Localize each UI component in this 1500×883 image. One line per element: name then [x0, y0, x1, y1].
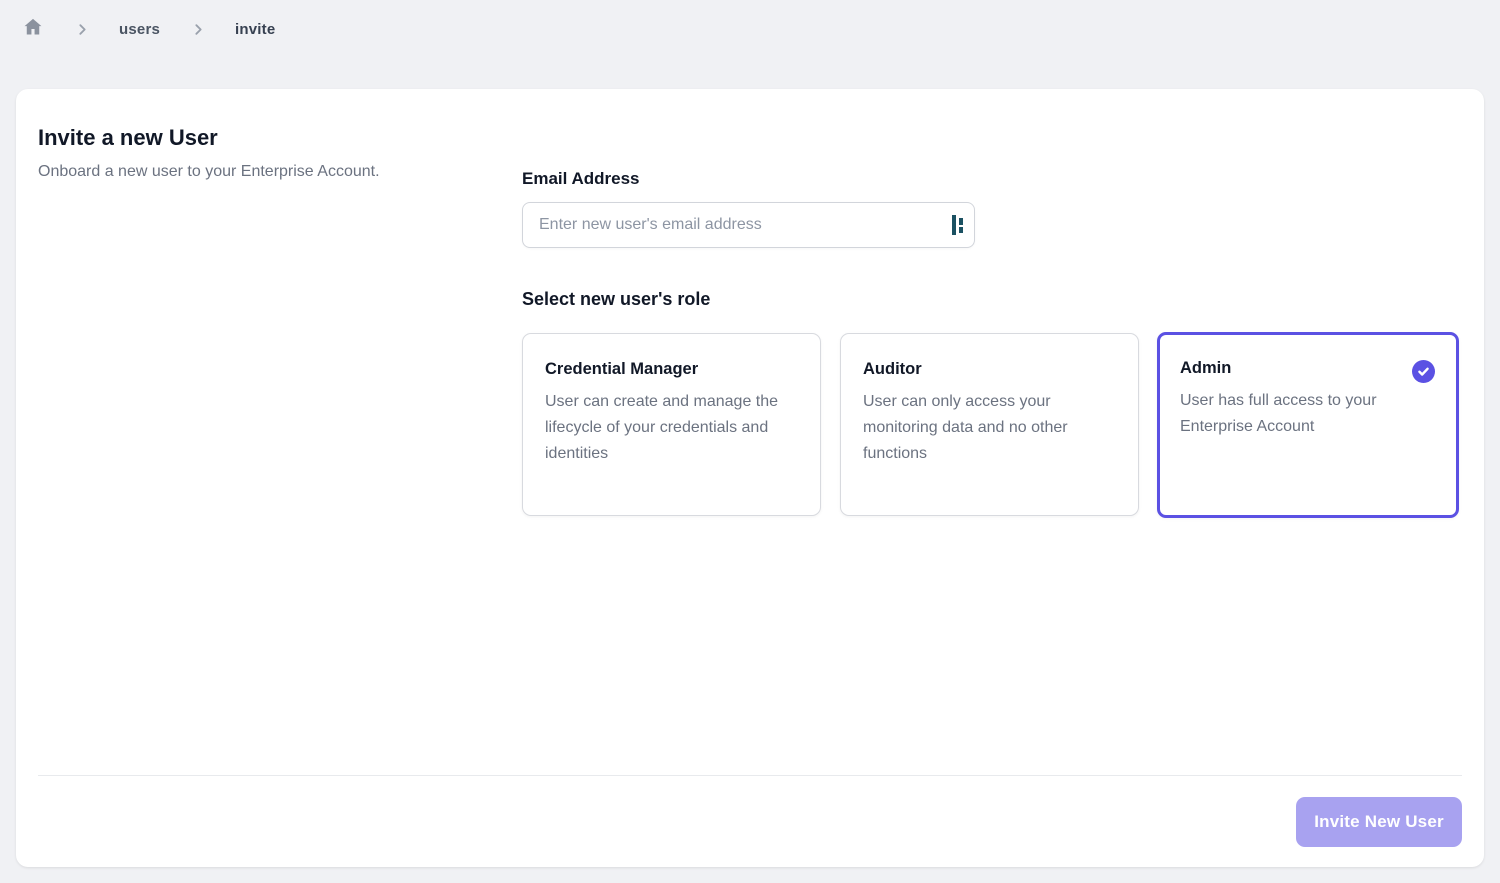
invite-user-panel: Invite a new User Onboard a new user to …	[16, 89, 1484, 867]
role-name: Admin	[1180, 359, 1436, 378]
role-card-auditor[interactable]: Auditor User can only access your monito…	[840, 333, 1139, 516]
role-card-credential-manager[interactable]: Credential Manager User can create and m…	[522, 333, 821, 516]
chevron-right-icon	[192, 23, 205, 36]
selected-check-icon	[1412, 360, 1435, 383]
email-field-wrapper	[522, 202, 975, 248]
page-title: Invite a new User	[38, 125, 522, 151]
role-card-admin[interactable]: Admin User has full access to your Enter…	[1157, 332, 1459, 518]
breadcrumb-item-invite[interactable]: invite	[235, 21, 275, 38]
breadcrumb-home[interactable]	[22, 16, 44, 43]
form-column: Email Address Select new user's role Cre…	[522, 125, 1462, 775]
breadcrumb-item-users[interactable]: users	[119, 21, 160, 38]
role-description: User can create and manage the lifecycle…	[545, 389, 798, 467]
chevron-right-icon	[76, 23, 89, 36]
home-icon	[22, 16, 44, 43]
email-field[interactable]	[522, 202, 975, 248]
role-name: Auditor	[863, 360, 1116, 379]
page-subtitle: Onboard a new user to your Enterprise Ac…	[38, 163, 522, 181]
role-options: Credential Manager User can create and m…	[522, 333, 1462, 517]
role-name: Credential Manager	[545, 360, 798, 379]
breadcrumb: users invite	[0, 0, 1500, 57]
email-label: Email Address	[522, 169, 1462, 189]
invite-new-user-button[interactable]: Invite New User	[1296, 797, 1462, 847]
role-description: User has full access to your Enterprise …	[1180, 388, 1436, 440]
role-section-heading: Select new user's role	[522, 289, 1462, 310]
panel-body: Invite a new User Onboard a new user to …	[38, 125, 1462, 775]
panel-footer: Invite New User	[38, 775, 1462, 847]
role-description: User can only access your monitoring dat…	[863, 389, 1116, 467]
password-manager-extension-icon[interactable]	[950, 213, 966, 237]
intro-column: Invite a new User Onboard a new user to …	[38, 125, 522, 775]
